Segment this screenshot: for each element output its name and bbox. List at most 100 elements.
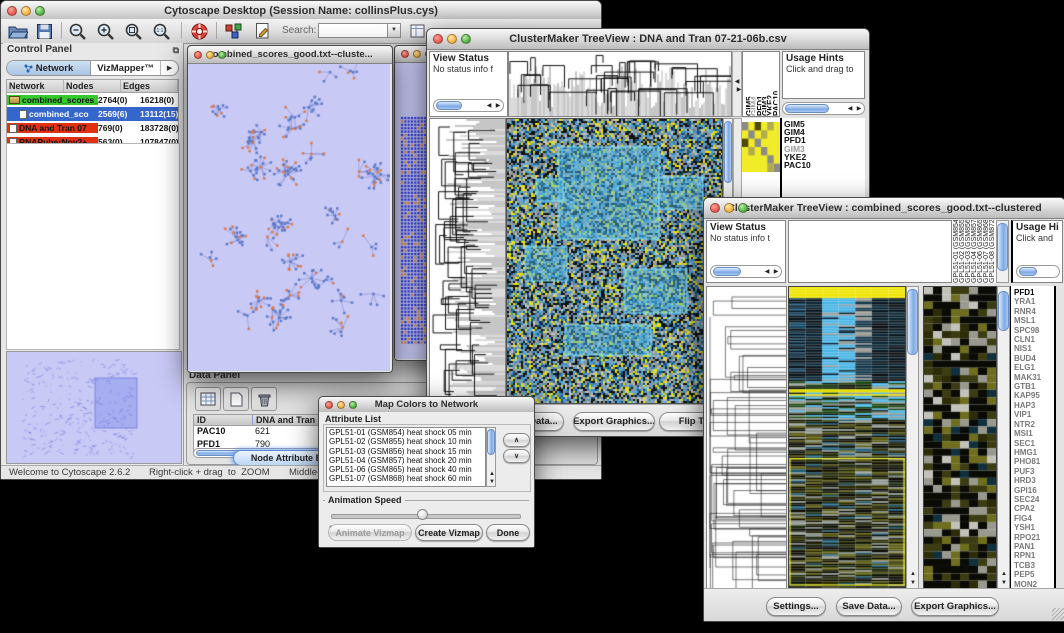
heatmap-canvas[interactable] [507, 119, 722, 403]
vizmapper-icon[interactable] [223, 21, 245, 41]
zoom-button[interactable] [35, 6, 45, 16]
scrollbar-thumb[interactable] [998, 291, 1009, 331]
scrollbar-thumb[interactable] [487, 429, 495, 455]
column-label[interactable]: YKE2 [766, 52, 771, 116]
zoom-button[interactable] [461, 34, 471, 44]
gene-label[interactable]: GPI16 [1014, 486, 1054, 495]
close-button[interactable] [194, 51, 202, 59]
row-dendrogram-canvas[interactable] [707, 287, 786, 588]
gene-label[interactable]: PUF3 [1014, 467, 1054, 476]
scrollbar-thumb[interactable] [1019, 267, 1037, 276]
column-label[interactable]: GPL51-08 (GSM872) [989, 220, 995, 283]
scrollbar-thumb[interactable] [997, 223, 1008, 271]
export-graphics-button[interactable]: Export Graphics... [573, 412, 655, 431]
new-attribute-icon[interactable] [223, 387, 249, 411]
close-button[interactable] [325, 401, 333, 409]
attribute-table-icon[interactable] [195, 387, 221, 411]
gene-label[interactable]: HMG1 [1014, 448, 1054, 457]
column-label[interactable]: PAC10 [772, 52, 777, 116]
gene-label[interactable]: NTR2 [1014, 420, 1054, 429]
zoom-button[interactable] [218, 51, 226, 59]
open-icon[interactable] [7, 21, 29, 41]
gene-label[interactable]: FIG4 [1014, 514, 1054, 523]
view-status-hscrollbar[interactable] [433, 99, 504, 112]
gene-label[interactable]: VIP1 [1014, 410, 1054, 419]
minimize-button[interactable] [337, 401, 345, 409]
row-dendrogram-canvas[interactable] [430, 119, 505, 403]
network-row[interactable]: combined_scores_ 2764(0) 16218(0) [7, 93, 178, 107]
zoom-button[interactable] [738, 203, 748, 213]
gene-label[interactable]: TCB3 [1014, 561, 1054, 570]
scroll-left-icon[interactable] [763, 268, 771, 276]
usage-hints-hscrollbar[interactable] [782, 102, 865, 115]
gene-label[interactable]: ELG1 [1014, 363, 1054, 372]
gene-label[interactable]: NIS1 [1014, 344, 1054, 353]
heatmap-canvas[interactable] [789, 287, 905, 588]
gene-label[interactable]: PEP5 [1014, 570, 1054, 579]
zoom-fit-icon[interactable] [123, 21, 145, 41]
close-button[interactable] [401, 50, 409, 58]
scroll-down-icon[interactable] [1000, 579, 1008, 587]
gene-label[interactable]: YRA1 [1014, 297, 1054, 306]
network-view-canvas[interactable] [188, 64, 390, 371]
gene-label[interactable]: CPA2 [1014, 504, 1054, 513]
treeview1-titlebar[interactable]: ClusterMaker TreeView : DNA and Tran 07-… [427, 29, 869, 50]
zoom-heatmap-canvas[interactable] [924, 287, 996, 588]
zoom-button[interactable] [349, 401, 357, 409]
zoom-in-icon[interactable] [95, 21, 117, 41]
attribute-list-item[interactable]: GPL51-01 (GSM854) heat shock 05 min [327, 428, 485, 437]
gene-label[interactable]: SPC98 [1014, 326, 1054, 335]
scroll-left-icon[interactable] [846, 105, 854, 113]
save-icon[interactable] [33, 21, 55, 41]
save-data-button[interactable]: Save Data... [836, 597, 902, 616]
column-header[interactable]: Network [7, 80, 64, 92]
gene-label[interactable]: PAN1 [1014, 542, 1054, 551]
attribute-list-item[interactable]: GPL51-03 (GSM856) heat shock 15 min [327, 447, 485, 456]
view-status-hscrollbar[interactable] [710, 265, 782, 278]
scroll-up-icon[interactable] [1000, 570, 1008, 578]
column-dendrogram-canvas[interactable] [509, 52, 731, 116]
treeview2-column-dendrogram-pane[interactable] [788, 220, 952, 283]
tab-network[interactable]: Network [7, 61, 91, 75]
gene-label[interactable]: PFD1 [1014, 288, 1054, 297]
zoom-heatmap-canvas[interactable] [742, 122, 780, 172]
heatmap-vscrollbar[interactable] [906, 286, 919, 589]
gene-label[interactable]: MSI1 [1014, 429, 1054, 438]
minimize-button[interactable] [724, 203, 734, 213]
zoom-selected-icon[interactable]: 1:1 [151, 21, 173, 41]
move-down-button[interactable]: ∨ [503, 449, 530, 463]
gene-label[interactable]: PAC10 [784, 161, 865, 169]
gene-label[interactable]: KAP95 [1014, 391, 1054, 400]
column-labels-vscrollbar[interactable] [996, 220, 1009, 283]
column-label[interactable]: GIM4 [750, 52, 755, 116]
column-header[interactable]: Nodes [64, 80, 121, 92]
network-row[interactable]: combined_sco 2569(6) 13112(15) [7, 107, 178, 121]
attribute-list-item[interactable]: GPL51-06 (GSM865) heat shock 40 min [327, 465, 485, 474]
move-up-button[interactable]: ∧ [503, 433, 530, 447]
float-panel-icon[interactable] [173, 45, 179, 56]
gene-label[interactable]: HRD3 [1014, 476, 1054, 485]
annotation-icon[interactable] [251, 21, 273, 41]
delete-trash-icon[interactable] [251, 387, 277, 411]
gene-labels-vscrollbar[interactable] [997, 286, 1010, 589]
gene-label[interactable]: HAP3 [1014, 401, 1054, 410]
gene-label[interactable]: SEC24 [1014, 495, 1054, 504]
column-header-id[interactable]: ID [194, 415, 253, 425]
gene-label[interactable]: SEC1 [1014, 439, 1054, 448]
gene-label[interactable]: RPN1 [1014, 551, 1054, 560]
gene-label[interactable]: RPO21 [1014, 533, 1054, 542]
scroll-right-icon[interactable] [494, 102, 502, 110]
gene-label[interactable]: PHO81 [1014, 457, 1054, 466]
attribute-list-item[interactable]: GPL51-07 (GSM868) heat shock 60 min [327, 474, 485, 483]
tab-vizmapper[interactable]: VizMapper™ [91, 61, 161, 75]
attribute-list-item[interactable]: GPL51-04 (GSM857) heat shock 20 min [327, 456, 485, 465]
search-input[interactable] [318, 23, 388, 38]
create-vizmap-button[interactable]: Create Vizmap [415, 524, 483, 541]
animate-vizmap-button[interactable]: Animate Vizmap [328, 524, 412, 541]
minimize-button[interactable] [447, 34, 457, 44]
zoom-out-icon[interactable] [67, 21, 89, 41]
close-button[interactable] [7, 6, 17, 16]
attribute-list-vscrollbar[interactable] [486, 427, 496, 487]
scroll-down-icon[interactable] [488, 478, 496, 486]
scroll-up-icon[interactable] [909, 570, 917, 578]
